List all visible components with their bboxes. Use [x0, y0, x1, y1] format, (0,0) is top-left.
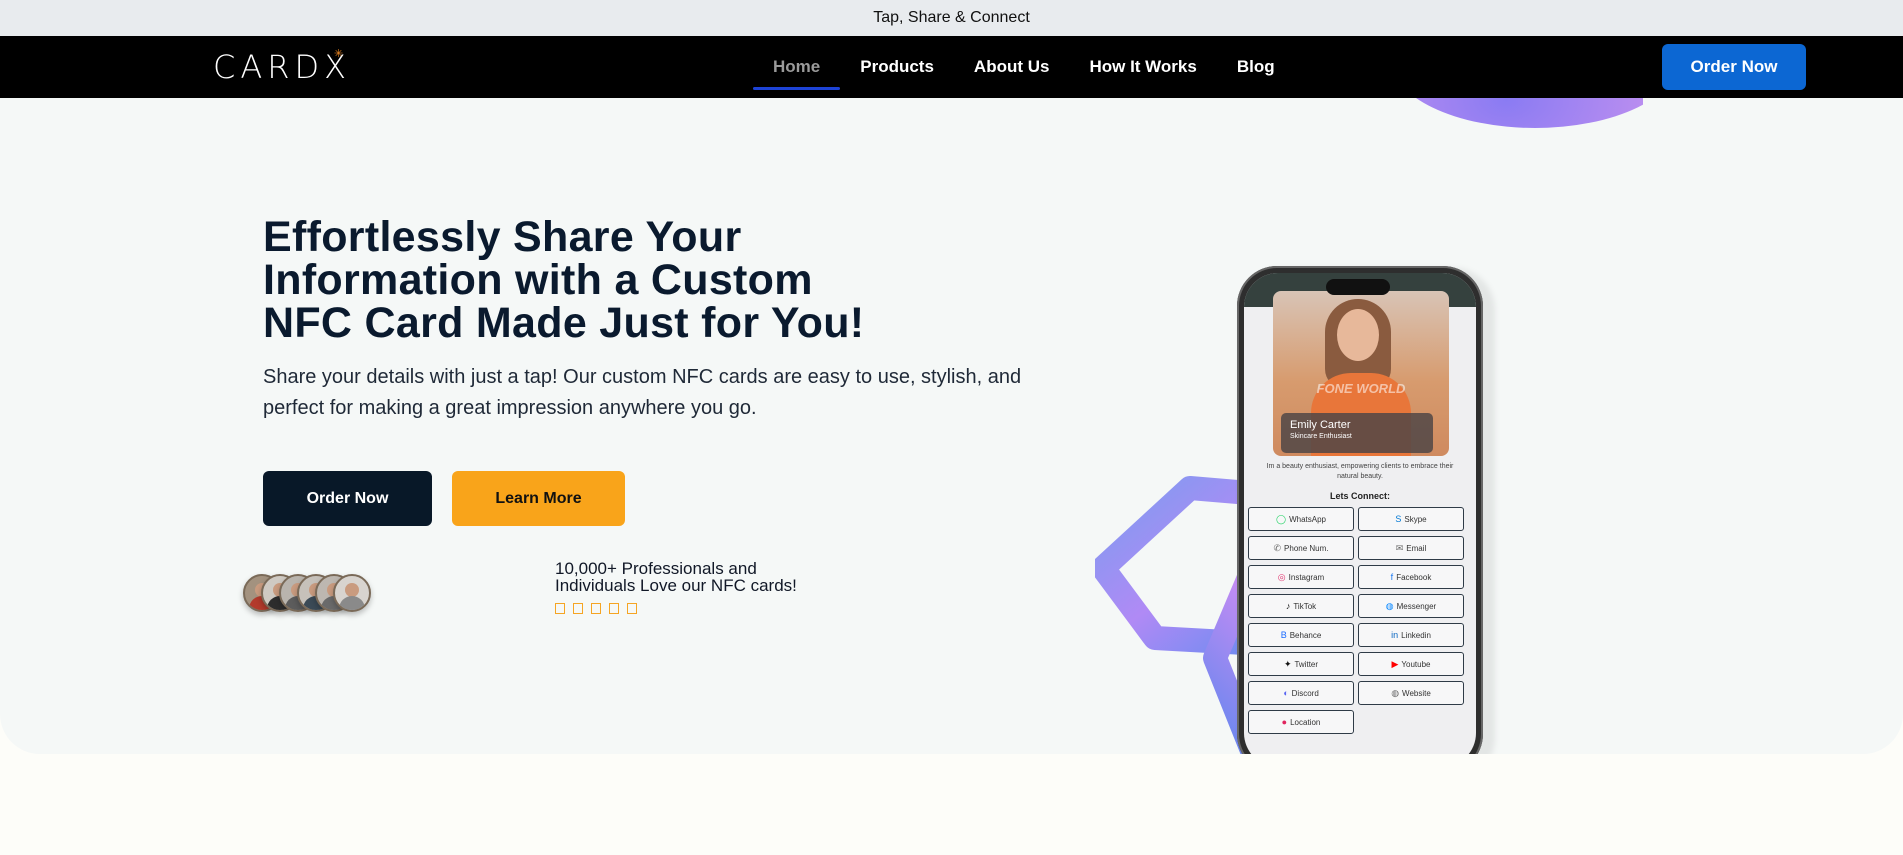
hero-section: Effortlessly Share Your Information with… — [0, 98, 1903, 754]
skype-icon: S — [1395, 513, 1402, 524]
social-proof-text: 10,000+ Professionals and Individuals Lo… — [555, 560, 797, 594]
logo-spark-icon: ✳ — [333, 48, 344, 60]
social-links-grid: ◯ WhatsApp S Skype ✆ Phone Num. ✉ Email ◎ Ins… — [1248, 507, 1468, 734]
announcement-bar: Tap, Share & Connect — [0, 0, 1903, 36]
linkedin-icon: in — [1391, 629, 1399, 640]
youtube-icon: ▶ — [1391, 658, 1399, 669]
facebook-icon: f — [1390, 571, 1394, 582]
profile-name: Emily Carter — [1290, 419, 1351, 431]
link-skype[interactable]: S Skype — [1358, 507, 1464, 531]
phone-screen: FONE WORLD Emily Carter Skincare Enthusi… — [1244, 273, 1476, 754]
hero-order-now-button[interactable]: Order Now — [263, 471, 432, 526]
connect-title: Lets Connect: — [1329, 491, 1390, 501]
link-website[interactable]: ◍ Website — [1358, 681, 1464, 705]
announcement-text: Tap, Share & Connect — [873, 9, 1030, 26]
phone-mockup: FONE WORLD Emily Carter Skincare Enthusi… — [1237, 266, 1483, 754]
nav-how-it-works[interactable]: How It Works — [1069, 36, 1216, 98]
phone-notch — [1326, 279, 1390, 295]
link-messenger[interactable]: ◍ Messenger — [1358, 594, 1464, 618]
logo-text: CARDX — [213, 48, 352, 86]
profile-role: Skincare Enthusiast — [1290, 433, 1352, 440]
link-email[interactable]: ✉ Email — [1358, 536, 1464, 560]
nav-products[interactable]: Products — [840, 36, 954, 98]
instagram-icon: ◎ — [1277, 571, 1286, 582]
customer-avatars — [243, 574, 383, 614]
link-phone[interactable]: ✆ Phone Num. — [1248, 536, 1354, 560]
headline-line-1: Effortlessly Share Your — [263, 213, 742, 261]
link-facebook[interactable]: f Facebook — [1358, 565, 1464, 589]
profile-bio: Im a beauty enthusiast, empowering clien… — [1266, 463, 1454, 480]
link-tiktok[interactable]: ♪ TikTok — [1248, 594, 1354, 618]
link-youtube[interactable]: ▶ Youtube — [1358, 652, 1464, 676]
behance-icon: B — [1280, 629, 1287, 640]
nav-links: Home Products About Us How It Works Blog — [753, 36, 1295, 98]
link-location[interactable]: ● Location — [1248, 710, 1354, 734]
main-navbar: CARDX ✳ Home Products About Us How It Wo… — [0, 36, 1903, 98]
tiktok-icon: ♪ — [1285, 600, 1291, 611]
link-twitter[interactable]: ✦ Twitter — [1248, 652, 1354, 676]
proof-line-2: Individuals Love our NFC cards! — [555, 576, 797, 595]
star-icon — [555, 603, 565, 614]
decorative-blob — [1390, 98, 1680, 128]
star-icon — [609, 603, 619, 614]
cardx-logo[interactable]: CARDX ✳ — [213, 48, 352, 86]
hero-headline: Effortlessly Share Your Information with… — [263, 216, 943, 345]
whatsapp-icon: ◯ — [1276, 513, 1287, 524]
messenger-icon: ◍ — [1385, 600, 1394, 611]
photo-watermark: FONE WORLD — [1316, 381, 1406, 396]
link-instagram[interactable]: ◎ Instagram — [1248, 565, 1354, 589]
hero-subtext: Share your details with just a tap! Our … — [263, 366, 1022, 419]
avatar — [333, 574, 371, 612]
twitter-icon: ✦ — [1283, 658, 1292, 669]
proof-line-1: 10,000+ Professionals and — [555, 559, 757, 578]
nav-about-us[interactable]: About Us — [954, 36, 1070, 98]
star-icon — [627, 603, 637, 614]
discord-icon: ◐ — [1283, 687, 1289, 698]
link-whatsapp[interactable]: ◯ WhatsApp — [1248, 507, 1354, 531]
email-icon: ✉ — [1395, 542, 1404, 553]
link-behance[interactable]: B Behance — [1248, 623, 1354, 647]
profile-name-card: Emily Carter Skincare Enthusiast — [1281, 413, 1433, 453]
link-linkedin[interactable]: in Linkedin — [1358, 623, 1464, 647]
hero-learn-more-button[interactable]: Learn More — [452, 471, 625, 526]
star-icon — [591, 603, 601, 614]
phone-icon: ✆ — [1273, 542, 1282, 553]
nav-blog[interactable]: Blog — [1217, 36, 1295, 98]
nav-home[interactable]: Home — [753, 36, 841, 98]
headline-line-3: NFC Card Made Just for You! — [263, 299, 865, 347]
link-discord[interactable]: ◐ Discord — [1248, 681, 1354, 705]
location-pin-icon: ● — [1281, 716, 1288, 727]
globe-icon: ◍ — [1391, 687, 1400, 698]
star-icon — [573, 603, 583, 614]
headline-line-2: Information with a Custom — [263, 256, 813, 304]
rating-stars — [555, 603, 637, 614]
nav-order-now-button[interactable]: Order Now — [1662, 44, 1806, 90]
